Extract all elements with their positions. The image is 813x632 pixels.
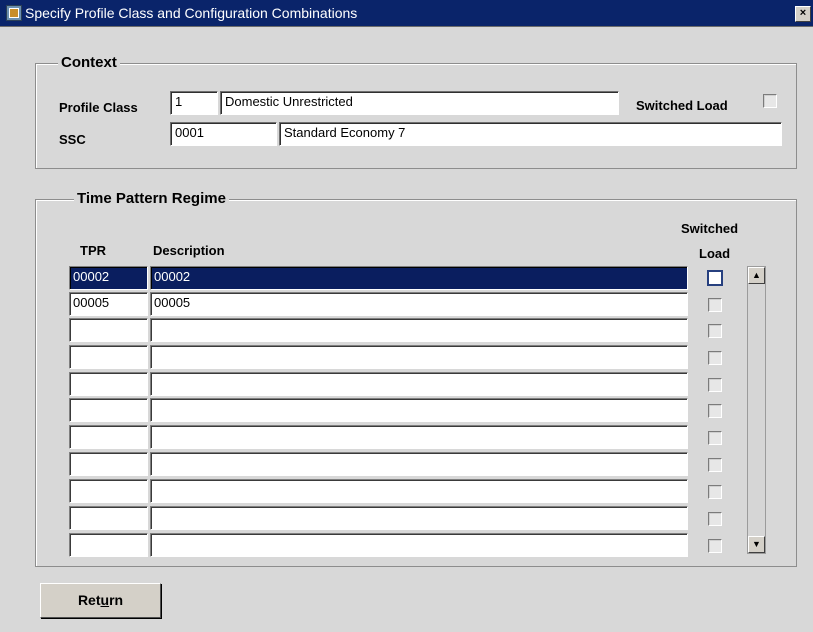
description-cell[interactable] <box>150 425 688 449</box>
description-cell[interactable] <box>150 345 688 369</box>
switched-load-row-checkbox[interactable] <box>708 351 722 365</box>
profile-class-label: Profile Class <box>59 100 138 115</box>
tpr-cell[interactable] <box>69 318 148 342</box>
time-pattern-regime-title: Time Pattern Regime <box>74 191 229 207</box>
forms-window-icon <box>6 5 22 21</box>
return-label-suffix: rn <box>109 592 124 608</box>
switched-load-row-checkbox[interactable] <box>708 298 722 312</box>
switched-load-column-header-line-1: Switched <box>681 221 739 236</box>
tpr-cell[interactable] <box>69 533 148 557</box>
return-label-prefix: Ret <box>77 592 101 608</box>
switched-load-row-checkbox[interactable] <box>708 324 722 338</box>
description-column-header: Description <box>153 243 225 258</box>
context-groupbox <box>35 63 797 169</box>
ssc-description-field[interactable]: Standard Economy 7 <box>279 122 782 146</box>
ssc-code-field[interactable]: 0001 <box>170 122 277 146</box>
return-button[interactable]: Return <box>40 583 161 618</box>
description-cell[interactable] <box>150 479 688 503</box>
switched-load-row-checkbox[interactable] <box>708 512 722 526</box>
scroll-up-icon[interactable]: ▲ <box>748 267 765 284</box>
window-title: Specify Profile Class and Configuration … <box>25 5 358 21</box>
switched-load-row-checkbox[interactable] <box>708 458 722 472</box>
vertical-scrollbar[interactable]: ▲ ▼ <box>747 266 766 554</box>
scroll-down-icon[interactable]: ▼ <box>748 536 765 553</box>
tpr-cell[interactable] <box>69 506 148 530</box>
switched-load-row-checkbox[interactable] <box>708 378 722 392</box>
tpr-cell[interactable] <box>69 425 148 449</box>
tpr-cell[interactable] <box>69 452 148 476</box>
description-cell[interactable]: 00005 <box>150 292 688 316</box>
tpr-cell[interactable] <box>69 398 148 422</box>
context-title: Context <box>58 55 120 71</box>
tpr-cell[interactable]: 00002 <box>69 266 148 290</box>
switched-load-row-checkbox[interactable] <box>708 485 722 499</box>
switched-load-checkbox[interactable] <box>763 94 777 108</box>
window-titlebar: Specify Profile Class and Configuration … <box>0 0 813 27</box>
tpr-cell[interactable] <box>69 372 148 396</box>
ssc-label: SSC <box>59 132 86 147</box>
profile-class-code-field[interactable]: 1 <box>170 91 218 115</box>
description-cell[interactable]: 00002 <box>150 266 688 290</box>
tpr-cell[interactable]: 00005 <box>69 292 148 316</box>
switched-load-column-header-line-2: Load <box>699 246 731 261</box>
switched-load-row-checkbox[interactable] <box>708 404 722 418</box>
tpr-cell[interactable] <box>69 345 148 369</box>
description-cell[interactable] <box>150 452 688 476</box>
description-cell[interactable] <box>150 398 688 422</box>
description-cell[interactable] <box>150 506 688 530</box>
switched-load-row-checkbox[interactable] <box>708 539 722 553</box>
close-icon[interactable]: × <box>795 6 811 22</box>
description-cell[interactable] <box>150 372 688 396</box>
description-cell[interactable] <box>150 533 688 557</box>
tpr-column-header: TPR <box>80 243 106 258</box>
tpr-cell[interactable] <box>69 479 148 503</box>
return-label-mnemonic: u <box>100 592 110 608</box>
switched-load-row-checkbox[interactable] <box>708 431 722 445</box>
switched-load-label: Switched Load <box>636 98 728 113</box>
profile-class-description-field[interactable]: Domestic Unrestricted <box>220 91 619 115</box>
description-cell[interactable] <box>150 318 688 342</box>
switched-load-row-checkbox[interactable] <box>707 270 723 286</box>
